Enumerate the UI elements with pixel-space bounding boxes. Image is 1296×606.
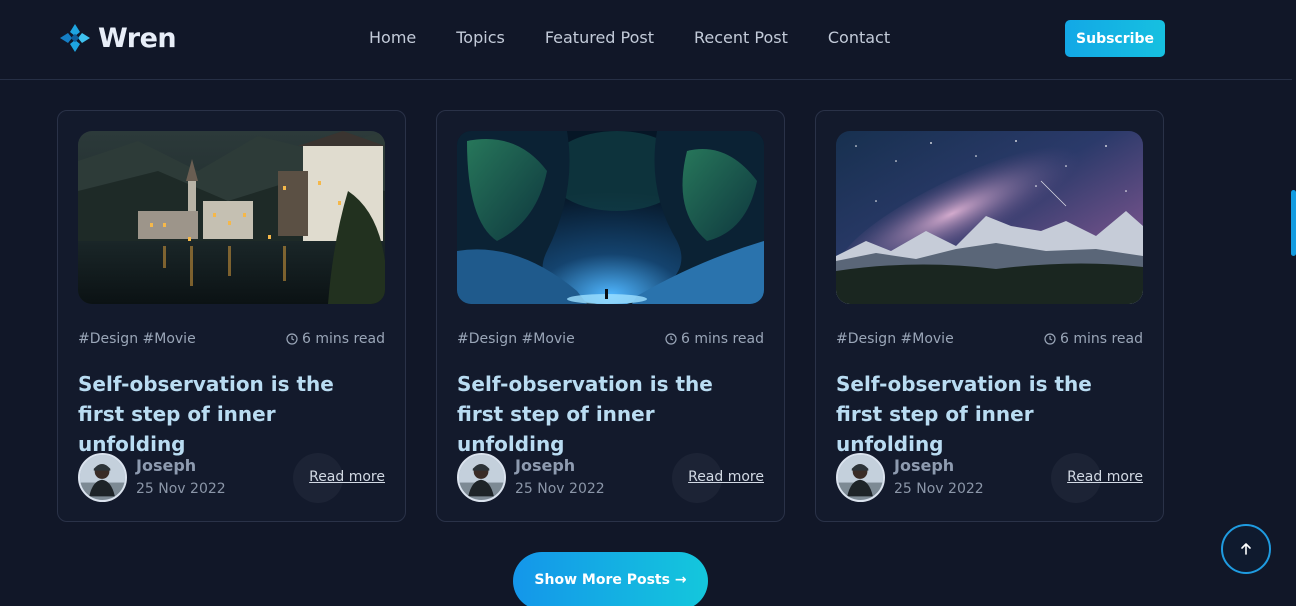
page-scrollbar-thumb[interactable] [1291,190,1296,256]
post-card[interactable]: #Design #Movie 6 mins read Self-observat… [815,110,1164,522]
read-more-link[interactable]: Read more [309,469,385,485]
author-name[interactable]: Joseph [136,456,196,475]
post-title[interactable]: Self-observation is the first step of in… [78,369,378,459]
brand-logo[interactable]: Wren [58,22,177,54]
clock-icon [1044,333,1056,345]
post-card[interactable]: #Design #Movie 6 mins read Self-observat… [57,110,406,522]
post-date: 25 Nov 2022 [894,481,984,497]
author-name[interactable]: Joseph [515,456,575,475]
site-header: Wren Home Topics Featured Post Recent Po… [0,0,1292,80]
post-tags[interactable]: #Design #Movie [836,331,954,347]
author-name[interactable]: Joseph [894,456,954,475]
avatar [836,453,885,502]
logo-mark-icon [60,24,90,52]
post-tags[interactable]: #Design #Movie [78,331,196,347]
read-time: 6 mins read [665,331,764,347]
brand-name: Wren [98,22,177,54]
nav-contact[interactable]: Contact [828,28,890,48]
nav-topics[interactable]: Topics [456,28,505,48]
read-time-label: 6 mins read [301,331,385,347]
main-nav: Home Topics Featured Post Recent Post Co… [369,28,930,48]
clock-icon [286,333,298,345]
clock-icon [665,333,677,345]
show-more-posts-button[interactable]: Show More Posts → [513,552,708,606]
avatar [78,453,127,502]
nav-recent-post[interactable]: Recent Post [694,28,788,48]
subscribe-button[interactable]: Subscribe [1065,20,1165,57]
post-title[interactable]: Self-observation is the first step of in… [836,369,1136,459]
post-date: 25 Nov 2022 [515,481,605,497]
read-more-link[interactable]: Read more [1067,469,1143,485]
post-image-lakeside-village[interactable] [78,131,385,304]
post-image-milky-way-mountains[interactable] [836,131,1143,304]
nav-featured-post[interactable]: Featured Post [545,28,654,48]
read-more-link[interactable]: Read more [688,469,764,485]
read-time: 6 mins read [1044,331,1143,347]
avatar [457,453,506,502]
post-title[interactable]: Self-observation is the first step of in… [457,369,757,459]
nav-home[interactable]: Home [369,28,416,48]
post-image-aurora-canyon[interactable] [457,131,764,304]
read-time-label: 6 mins read [1059,331,1143,347]
read-time: 6 mins read [286,331,385,347]
post-date: 25 Nov 2022 [136,481,226,497]
post-card[interactable]: #Design #Movie 6 mins read Self-observat… [436,110,785,522]
read-time-label: 6 mins read [680,331,764,347]
show-more-posts-label: Show More Posts → [534,572,687,588]
back-to-top-button[interactable] [1221,524,1271,574]
post-tags[interactable]: #Design #Movie [457,331,575,347]
arrow-up-icon [1241,543,1251,555]
